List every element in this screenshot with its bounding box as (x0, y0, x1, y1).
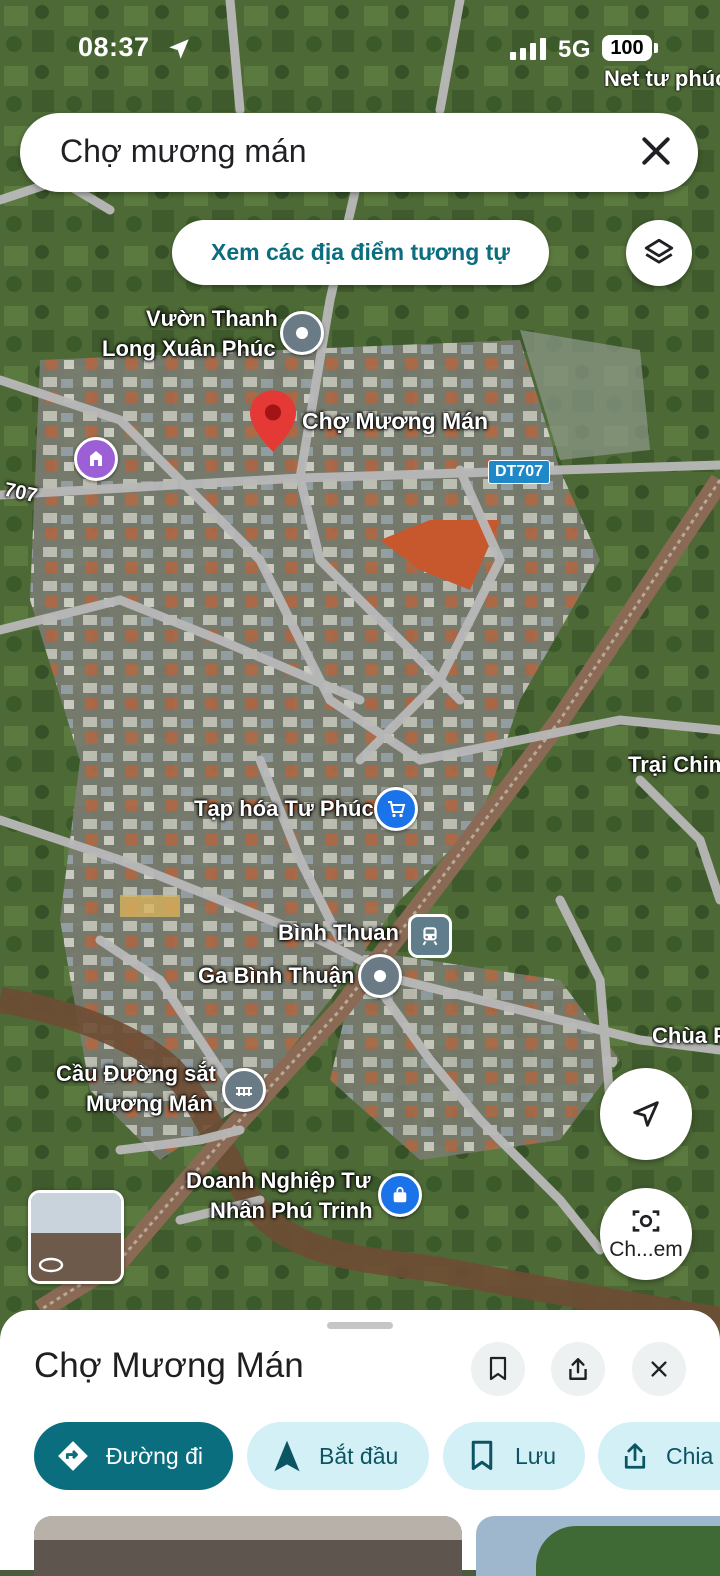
bookmark-icon (471, 1440, 493, 1470)
thumbnail-sky (31, 1193, 121, 1233)
shopping-bag-icon (393, 1186, 407, 1203)
layers-icon (644, 238, 674, 264)
map-label-cau-duong-sat[interactable]: Cầu Đường sắt (56, 1059, 216, 1089)
place-pin-shop[interactable] (374, 787, 418, 831)
share-icon (624, 1443, 646, 1469)
navigation-arrow-icon (633, 1101, 659, 1127)
map-label-long-xuan-phuc[interactable]: Long Xuân Phúc (102, 334, 276, 364)
map-label-tap-hoa[interactable]: Tạp hóa Tư Phúc (194, 794, 374, 824)
camera-icon (632, 1210, 660, 1232)
layers-button[interactable] (626, 220, 692, 286)
dot-icon (296, 327, 308, 339)
my-location-button[interactable] (600, 1068, 692, 1160)
train-icon (422, 927, 438, 946)
location-arrow-icon (169, 39, 189, 59)
photo-roof (34, 1516, 462, 1540)
rotate-360-icon (38, 1257, 64, 1273)
directions-icon (58, 1441, 88, 1471)
photo-market (34, 1540, 462, 1576)
share-icon (569, 1358, 587, 1380)
similar-places-chip[interactable]: Xem các địa điểm tương tự (172, 220, 549, 285)
directions-label: Đường đi (106, 1442, 203, 1469)
map-label-net-tu-phuc: Net tư phúc (604, 66, 720, 91)
share-icon-button[interactable] (551, 1342, 605, 1396)
map-label-muong-man[interactable]: Mương Mán (86, 1089, 213, 1119)
map-label-binh-thuan-station[interactable]: Bình Thuan (278, 918, 399, 948)
place-pin-train[interactable] (408, 914, 452, 958)
road-shield-dt707: DT707 (488, 460, 551, 484)
save-label: Lưu (515, 1442, 556, 1469)
place-title: Chợ Mương Mán (34, 1346, 304, 1385)
directions-button[interactable]: Đường đi (34, 1422, 233, 1490)
network-type: 5G (558, 36, 592, 63)
battery-indicator: 100 (602, 35, 652, 61)
search-input[interactable]: Chợ mương mán (60, 133, 307, 170)
navigation-start-icon (274, 1440, 300, 1472)
place-pin-vuon-thanh[interactable] (280, 311, 324, 355)
place-pin-business[interactable] (378, 1173, 422, 1217)
bookmark-icon (489, 1356, 507, 1381)
bridge-icon (236, 1087, 252, 1096)
share-button[interactable]: Chia (598, 1422, 720, 1490)
save-button[interactable]: Lưu (443, 1422, 585, 1490)
search-bar[interactable]: Chợ mương mán (20, 113, 698, 192)
drag-handle[interactable] (327, 1322, 393, 1329)
map-label-phu-trinh[interactable]: Nhân Phú Trinh (210, 1196, 373, 1226)
place-pin-bridge[interactable] (222, 1068, 266, 1112)
place-pin-landmark[interactable] (74, 437, 118, 481)
dot-icon (374, 970, 386, 982)
selected-place-pin-icon[interactable] (250, 390, 296, 452)
map-label-cho-muong-man[interactable]: Chợ Mương Mán (302, 406, 488, 436)
landmark-icon (90, 451, 102, 466)
place-pin-ga[interactable] (358, 954, 402, 998)
street-view-button[interactable]: Ch...em (600, 1188, 692, 1280)
place-photo-1[interactable] (34, 1516, 462, 1576)
map-label-chua[interactable]: Chùa P (652, 1021, 720, 1051)
signal-bars-icon (510, 38, 546, 60)
street-view-label: Ch...em (609, 1238, 683, 1261)
map-label-doanh-nghiep[interactable]: Doanh Nghiệp Tư (186, 1166, 371, 1196)
street-view-thumbnail[interactable] (28, 1190, 124, 1284)
map-label-trai-chim[interactable]: Trại Chim (628, 750, 720, 780)
close-sheet-button[interactable] (632, 1342, 686, 1396)
shopping-cart-icon (388, 801, 406, 818)
close-icon[interactable] (636, 131, 676, 171)
save-icon-button[interactable] (471, 1342, 525, 1396)
map-label-vuon-thanh[interactable]: Vườn Thanh (146, 304, 278, 334)
share-label: Chia (666, 1442, 714, 1469)
start-label: Bắt đầu (319, 1442, 399, 1469)
status-time: 08:37 (78, 32, 150, 62)
photo-trees (536, 1526, 720, 1576)
map-label-ga-binh-thuan[interactable]: Ga Bình Thuận (198, 961, 354, 991)
place-bottom-sheet[interactable]: Chợ Mương Mán Đường đi Bắt đầu Lưu Chia (0, 1310, 720, 1576)
place-photo-2[interactable] (476, 1516, 720, 1576)
battery-tip (654, 43, 658, 53)
close-icon (651, 1361, 667, 1377)
start-button[interactable]: Bắt đầu (247, 1422, 429, 1490)
